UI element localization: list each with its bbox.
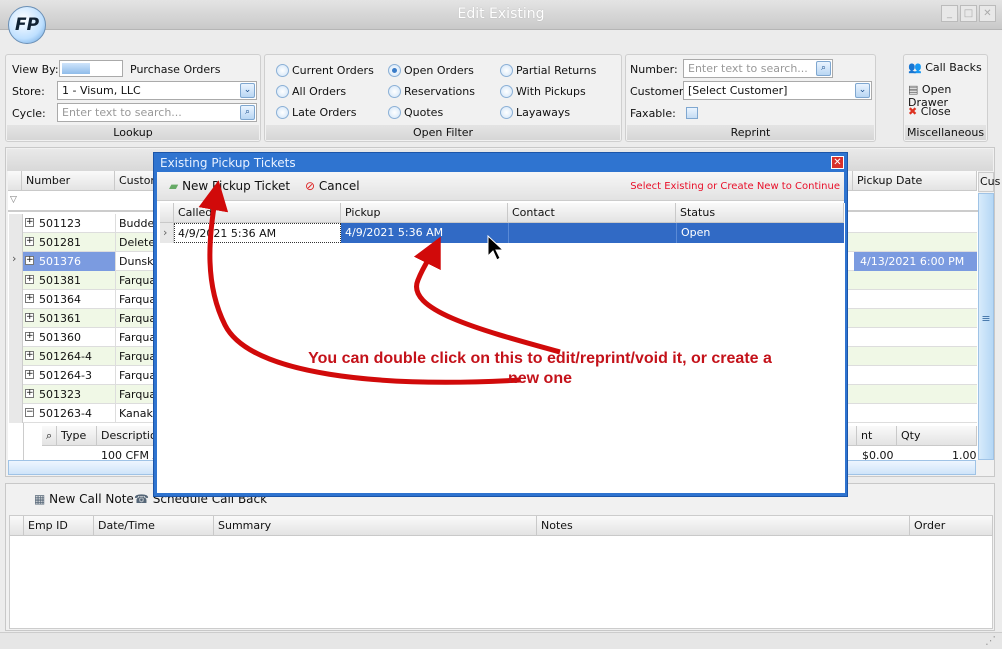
- mouse-cursor-icon: [487, 234, 505, 261]
- annotation-line-2: new one: [507, 370, 572, 387]
- annotation-text: You can double click on this to edit/rep…: [290, 349, 790, 389]
- annotation-line-1: You can double click on this to edit/rep…: [308, 350, 772, 367]
- annotation-arrows: [198, 180, 561, 385]
- arrow-to-ticket-row: [413, 236, 561, 355]
